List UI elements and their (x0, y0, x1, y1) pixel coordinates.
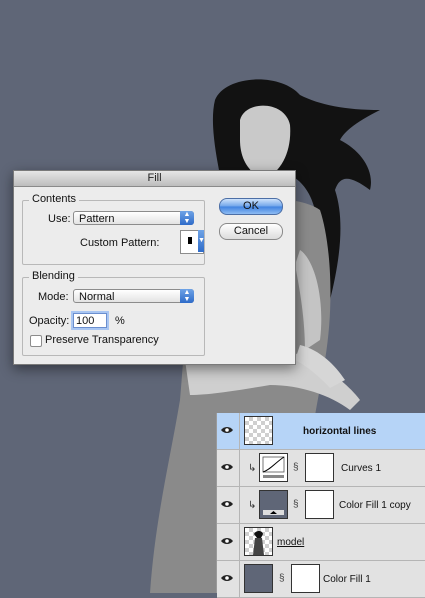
eye-icon (221, 501, 233, 507)
use-value: Pattern (79, 213, 115, 225)
color-fill-thumbnail (244, 564, 273, 593)
link-icon: § (293, 462, 299, 473)
layer-name: model (277, 537, 305, 548)
pattern-dropdown-icon: ▼ (198, 230, 205, 252)
contents-label: Contents (29, 193, 80, 205)
contents-group: Contents (22, 193, 205, 265)
layer-mask-thumbnail (305, 490, 334, 519)
dialog-title: Fill (14, 171, 295, 187)
clipping-mask-icon: ↳ (248, 500, 257, 511)
layer-mask-thumbnail (305, 453, 334, 482)
mode-value: Normal (79, 291, 115, 303)
eye-icon (221, 427, 233, 433)
preserve-transparency-label: Preserve Transparency (45, 334, 159, 346)
custom-pattern-picker[interactable]: ▼ (180, 230, 205, 254)
curves-adjustment-icon (259, 453, 288, 482)
opacity-label: Opacity: (29, 315, 70, 327)
cancel-button[interactable]: Cancel (219, 223, 283, 240)
color-fill-thumbnail (259, 490, 288, 519)
visibility-toggle[interactable] (217, 524, 240, 560)
use-select[interactable]: Pattern ▲ ▼ (73, 211, 194, 225)
custom-pattern-label: Custom Pattern: (80, 237, 160, 249)
layer-name: Color Fill 1 copy (339, 500, 411, 511)
select-arrows-icon: ▲ ▼ (180, 289, 194, 303)
ok-button[interactable]: OK (219, 198, 283, 215)
opacity-input[interactable]: 100 (73, 313, 107, 328)
layer-row-horizontal-lines[interactable]: horizontal lines (217, 413, 425, 450)
opacity-unit: % (115, 315, 125, 327)
mode-label: Mode: (38, 291, 69, 303)
visibility-toggle[interactable] (217, 487, 240, 523)
layer-row-model[interactable]: model (217, 524, 425, 561)
link-icon: § (279, 573, 285, 584)
clipping-mask-icon: ↳ (248, 463, 257, 474)
layer-mask-thumbnail (291, 564, 320, 593)
preserve-transparency-checkbox[interactable] (30, 335, 42, 347)
eye-icon (221, 575, 233, 581)
pattern-preview-icon (188, 237, 192, 244)
layer-name: Curves 1 (341, 463, 382, 474)
model-thumbnail (244, 527, 273, 556)
visibility-toggle[interactable] (217, 450, 240, 486)
layer-row-color-fill-1[interactable]: § Color Fill 1 (217, 561, 425, 598)
use-label: Use: (48, 213, 71, 225)
layer-name: Color Fill 1 (323, 574, 371, 585)
select-arrows-icon: ▲ ▼ (180, 211, 194, 225)
layer-row-color-fill-1-copy[interactable]: ↳ § Color Fill 1 copy (217, 487, 425, 524)
link-icon: § (293, 499, 299, 510)
blending-label: Blending (29, 270, 78, 282)
visibility-toggle[interactable] (217, 413, 240, 449)
eye-icon (221, 538, 233, 544)
layer-thumbnail (244, 416, 273, 445)
layer-row-curves-1[interactable]: ↳ § Curves 1 (217, 450, 425, 487)
mode-select[interactable]: Normal ▲ ▼ (73, 289, 194, 303)
fill-dialog: Fill Contents Use: Pattern ▲ ▼ Custom Pat… (13, 170, 296, 365)
layers-panel: horizontal lines ↳ § Curves 1 ↳ § Color … (216, 413, 425, 598)
layer-name: horizontal lines (303, 426, 377, 437)
eye-icon (221, 464, 233, 470)
visibility-toggle[interactable] (217, 561, 240, 597)
